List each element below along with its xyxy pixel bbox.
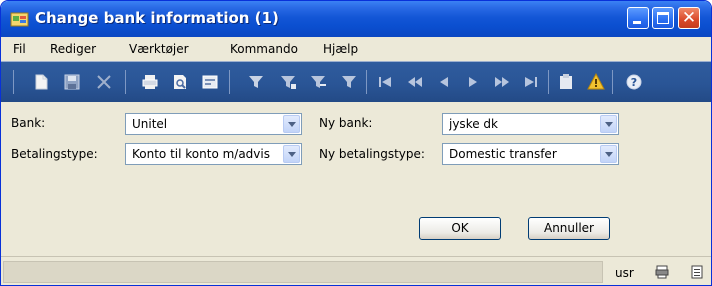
print-icon[interactable] xyxy=(141,73,159,91)
status-message-area xyxy=(3,261,603,283)
chevron-down-icon[interactable] xyxy=(600,145,617,163)
menu-command[interactable]: Kommando xyxy=(230,42,298,56)
toolbar: ? xyxy=(1,61,711,102)
printer-status-icon[interactable] xyxy=(655,265,669,279)
filter-icon[interactable] xyxy=(247,73,265,91)
toolbar-separator xyxy=(13,70,14,94)
bank-label: Bank: xyxy=(11,116,46,130)
menu-bar: Fil Rediger Værktøjer Kommando Hjælp xyxy=(1,37,711,61)
previous-page-icon[interactable] xyxy=(406,73,424,91)
previous-record-icon[interactable] xyxy=(435,73,453,91)
menu-edit[interactable]: Rediger xyxy=(50,42,96,56)
alert-icon[interactable] xyxy=(587,72,605,91)
next-record-icon[interactable] xyxy=(464,73,482,91)
close-button[interactable]: ✕ xyxy=(678,7,700,29)
chevron-down-icon[interactable] xyxy=(283,145,300,163)
toolbar-separator xyxy=(548,70,549,94)
menu-file[interactable]: Fil xyxy=(13,42,26,56)
cancel-button[interactable]: Annuller xyxy=(528,217,610,240)
title-bar[interactable]: Change bank information (1) ✕ xyxy=(1,1,711,37)
window-title: Change bank information (1) xyxy=(35,9,279,27)
toolbar-separator xyxy=(125,70,126,94)
export-icon[interactable] xyxy=(201,73,219,91)
document-status-icon[interactable] xyxy=(690,265,704,279)
minimize-button[interactable] xyxy=(627,7,649,29)
minimize-icon xyxy=(633,21,641,24)
next-page-icon[interactable] xyxy=(493,73,511,91)
new-payment-type-label: Ny betalingstype: xyxy=(319,147,425,161)
toolbar-separator xyxy=(229,70,230,94)
maximize-button[interactable] xyxy=(652,7,674,29)
last-record-icon[interactable] xyxy=(522,73,540,91)
form-area: Bank: Unitel Betalingstype: Konto til ko… xyxy=(1,102,711,256)
maximize-icon xyxy=(657,12,669,24)
new-bank-combobox[interactable]: jyske dk xyxy=(442,113,619,135)
payment-type-value: Konto til konto m/advis xyxy=(132,147,270,161)
new-payment-type-value: Domestic transfer xyxy=(449,147,557,161)
chevron-down-icon[interactable] xyxy=(283,115,300,133)
menu-help[interactable]: Hjælp xyxy=(323,42,358,56)
print-preview-icon[interactable] xyxy=(171,73,189,91)
menu-tools[interactable]: Værktøjer xyxy=(129,42,189,56)
app-icon xyxy=(10,10,30,28)
advanced-filter-icon[interactable] xyxy=(309,73,327,91)
toolbar-separator xyxy=(612,70,613,94)
new-bank-value: jyske dk xyxy=(449,117,498,131)
filter-selection-icon[interactable] xyxy=(279,73,297,91)
new-payment-type-combobox[interactable]: Domestic transfer xyxy=(442,143,619,165)
help-icon[interactable]: ? xyxy=(625,73,643,91)
toolbar-separator xyxy=(366,70,367,94)
first-record-icon[interactable] xyxy=(376,73,394,91)
svg-text:?: ? xyxy=(631,76,637,89)
remove-filter-icon[interactable] xyxy=(340,73,358,91)
save-icon[interactable] xyxy=(63,73,81,91)
new-bank-label: Ny bank: xyxy=(319,116,373,130)
close-icon: ✕ xyxy=(681,8,697,28)
bank-value: Unitel xyxy=(132,117,168,131)
chevron-down-icon[interactable] xyxy=(600,115,617,133)
change-bank-information-window: Change bank information (1) ✕ Fil Redige… xyxy=(0,0,712,286)
payment-type-label: Betalingstype: xyxy=(11,147,98,161)
new-icon[interactable] xyxy=(32,73,50,91)
bank-combobox[interactable]: Unitel xyxy=(125,113,302,135)
attach-icon[interactable] xyxy=(557,73,575,91)
status-bar: usr xyxy=(1,256,711,285)
payment-type-combobox[interactable]: Konto til konto m/advis xyxy=(125,143,302,165)
delete-icon[interactable] xyxy=(95,73,113,91)
status-user: usr xyxy=(615,266,634,280)
ok-button[interactable]: OK xyxy=(419,217,501,240)
